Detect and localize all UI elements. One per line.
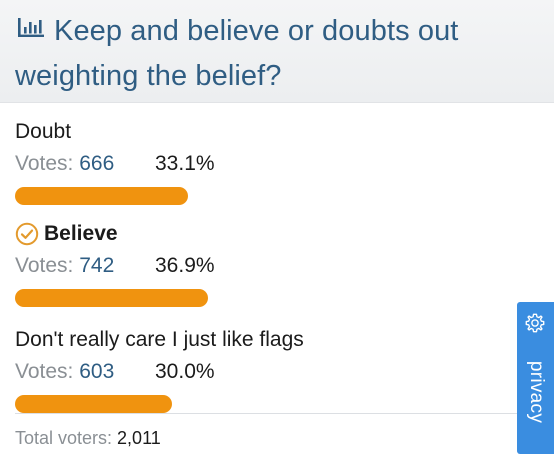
poll-title: Keep and believe or doubts out weighting… bbox=[15, 15, 459, 92]
total-voters-value: 2,011 bbox=[117, 428, 161, 448]
result-bar bbox=[15, 187, 188, 205]
gear-icon bbox=[525, 313, 545, 333]
privacy-label: privacy bbox=[525, 360, 547, 424]
poll-widget: Keep and believe or doubts out weighting… bbox=[0, 0, 554, 462]
vote-line: Votes: 742 36.9% bbox=[15, 253, 215, 279]
poll-option-believe[interactable]: Believe Votes: 742 36.9% bbox=[0, 221, 554, 321]
check-circle-icon bbox=[15, 222, 39, 246]
votes-label: Votes: bbox=[15, 254, 80, 277]
privacy-button[interactable]: privacy bbox=[517, 302, 554, 454]
divider bbox=[15, 413, 535, 414]
vote-count: 666 bbox=[79, 152, 115, 175]
option-label: Doubt bbox=[15, 120, 72, 143]
poll-option-doubt[interactable]: Doubt Votes: 666 33.1% bbox=[0, 119, 554, 219]
vote-line: Votes: 603 30.0% bbox=[15, 359, 215, 385]
vote-percent: 30.0% bbox=[155, 360, 215, 383]
option-label: Believe bbox=[44, 222, 118, 245]
total-voters: Total voters: 2,011 bbox=[15, 426, 161, 450]
result-bar bbox=[15, 395, 172, 413]
votes-label: Votes: bbox=[15, 152, 80, 175]
vote-count: 603 bbox=[79, 360, 115, 383]
votes-label: Votes: bbox=[15, 360, 80, 383]
vote-count: 742 bbox=[79, 254, 115, 277]
vote-percent: 36.9% bbox=[155, 254, 215, 277]
vote-line: Votes: 666 33.1% bbox=[15, 151, 215, 177]
option-label: Don't really care I just like flags bbox=[15, 328, 304, 351]
vote-percent: 33.1% bbox=[155, 152, 215, 175]
poll-header: Keep and believe or doubts out weighting… bbox=[0, 0, 554, 103]
result-bar bbox=[15, 289, 208, 307]
poll-option-dont-care[interactable]: Don't really care I just like flags Vote… bbox=[0, 327, 554, 427]
total-voters-label: Total voters: bbox=[15, 428, 118, 448]
